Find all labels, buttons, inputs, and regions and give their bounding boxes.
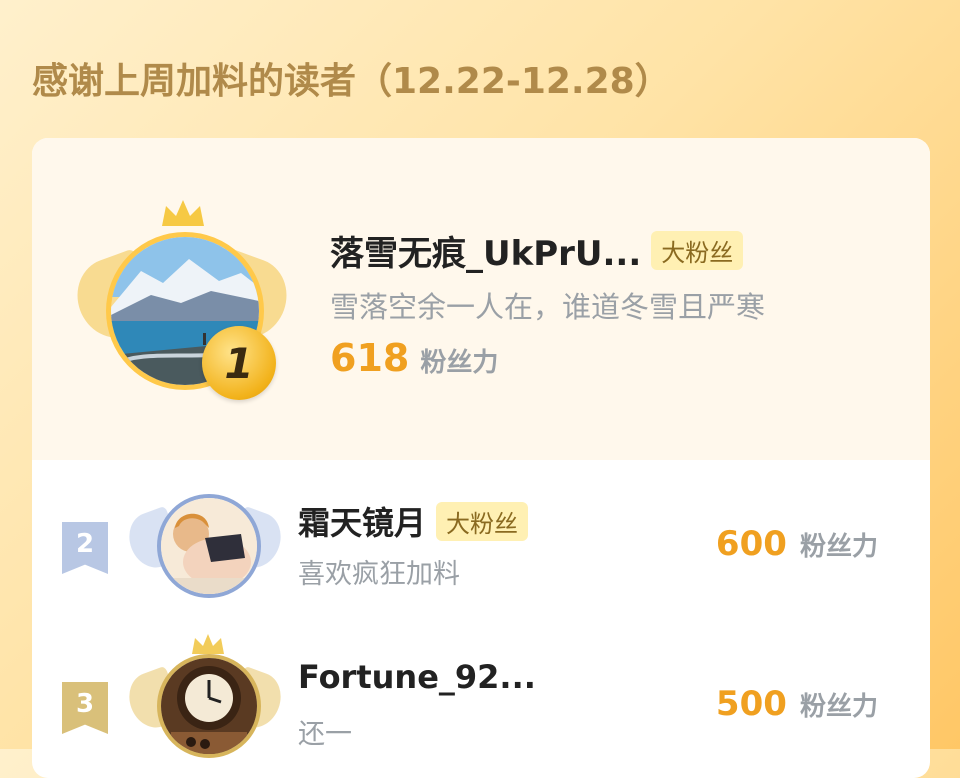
reader-description: 还一 bbox=[298, 719, 352, 750]
top-reader-fan-power: 618 粉丝力 bbox=[330, 336, 498, 380]
rank-2-flag: 2 bbox=[62, 522, 108, 574]
reader-fan-power: 600 粉丝力 bbox=[716, 524, 878, 564]
reader-avatar-frame[interactable] bbox=[121, 632, 289, 778]
top-reader-description: 雪落空余一人在，谁道冬雪且严寒 bbox=[330, 290, 766, 324]
reader-fan-power: 500 粉丝力 bbox=[716, 684, 878, 724]
page-title: 感谢上周加料的读者（12.22-12.28） bbox=[32, 61, 671, 102]
list-item[interactable]: 3 Fortune_92... 还一 500 粉丝力 bbox=[32, 632, 930, 778]
crown-icon bbox=[192, 634, 224, 654]
reader-name[interactable]: 霜天镜月 bbox=[298, 498, 426, 544]
top-reader-name[interactable]: 落雪无痕_UkPrU... bbox=[330, 226, 641, 275]
fan-power-unit: 粉丝力 bbox=[799, 532, 878, 562]
reader-description: 喜欢疯狂加料 bbox=[298, 559, 460, 590]
fan-power-value: 618 bbox=[330, 336, 410, 380]
top-reader-section[interactable]: 1 落雪无痕_UkPrU... 大粉丝 雪落空余一人在，谁道冬雪且严寒 618 … bbox=[32, 138, 930, 460]
fan-power-value: 500 bbox=[715, 684, 787, 724]
top-reader-avatar-frame[interactable]: 1 bbox=[66, 198, 298, 408]
fan-power-unit: 粉丝力 bbox=[799, 692, 878, 722]
reader-name-row: 霜天镜月 大粉丝 bbox=[298, 498, 529, 544]
reader-ranking-card: 1 落雪无痕_UkPrU... 大粉丝 雪落空余一人在，谁道冬雪且严寒 618 … bbox=[32, 138, 930, 778]
anime-girl-avatar-icon bbox=[161, 498, 257, 594]
crown-icon bbox=[162, 200, 204, 226]
rank-3-flag: 3 bbox=[62, 682, 108, 734]
fan-level-badge: 大粉丝 bbox=[651, 231, 744, 270]
reader-name-row: Fortune_92... bbox=[298, 658, 536, 696]
reader-name[interactable]: Fortune_92... bbox=[298, 658, 536, 696]
top-reader-name-row: 落雪无痕_UkPrU... 大粉丝 bbox=[330, 226, 744, 275]
fan-power-unit: 粉丝力 bbox=[420, 348, 499, 378]
antique-clock-avatar-icon bbox=[161, 658, 257, 754]
fan-level-badge: 大粉丝 bbox=[436, 501, 529, 541]
reader-avatar[interactable] bbox=[157, 494, 261, 598]
reader-avatar-frame[interactable] bbox=[121, 472, 289, 622]
rank-1-medal: 1 bbox=[202, 326, 276, 400]
reader-avatar[interactable] bbox=[157, 654, 261, 758]
list-item[interactable]: 2 霜天镜月 大粉丝 喜欢疯狂加料 600 粉丝力 bbox=[32, 472, 930, 622]
fan-power-value: 600 bbox=[715, 524, 787, 564]
